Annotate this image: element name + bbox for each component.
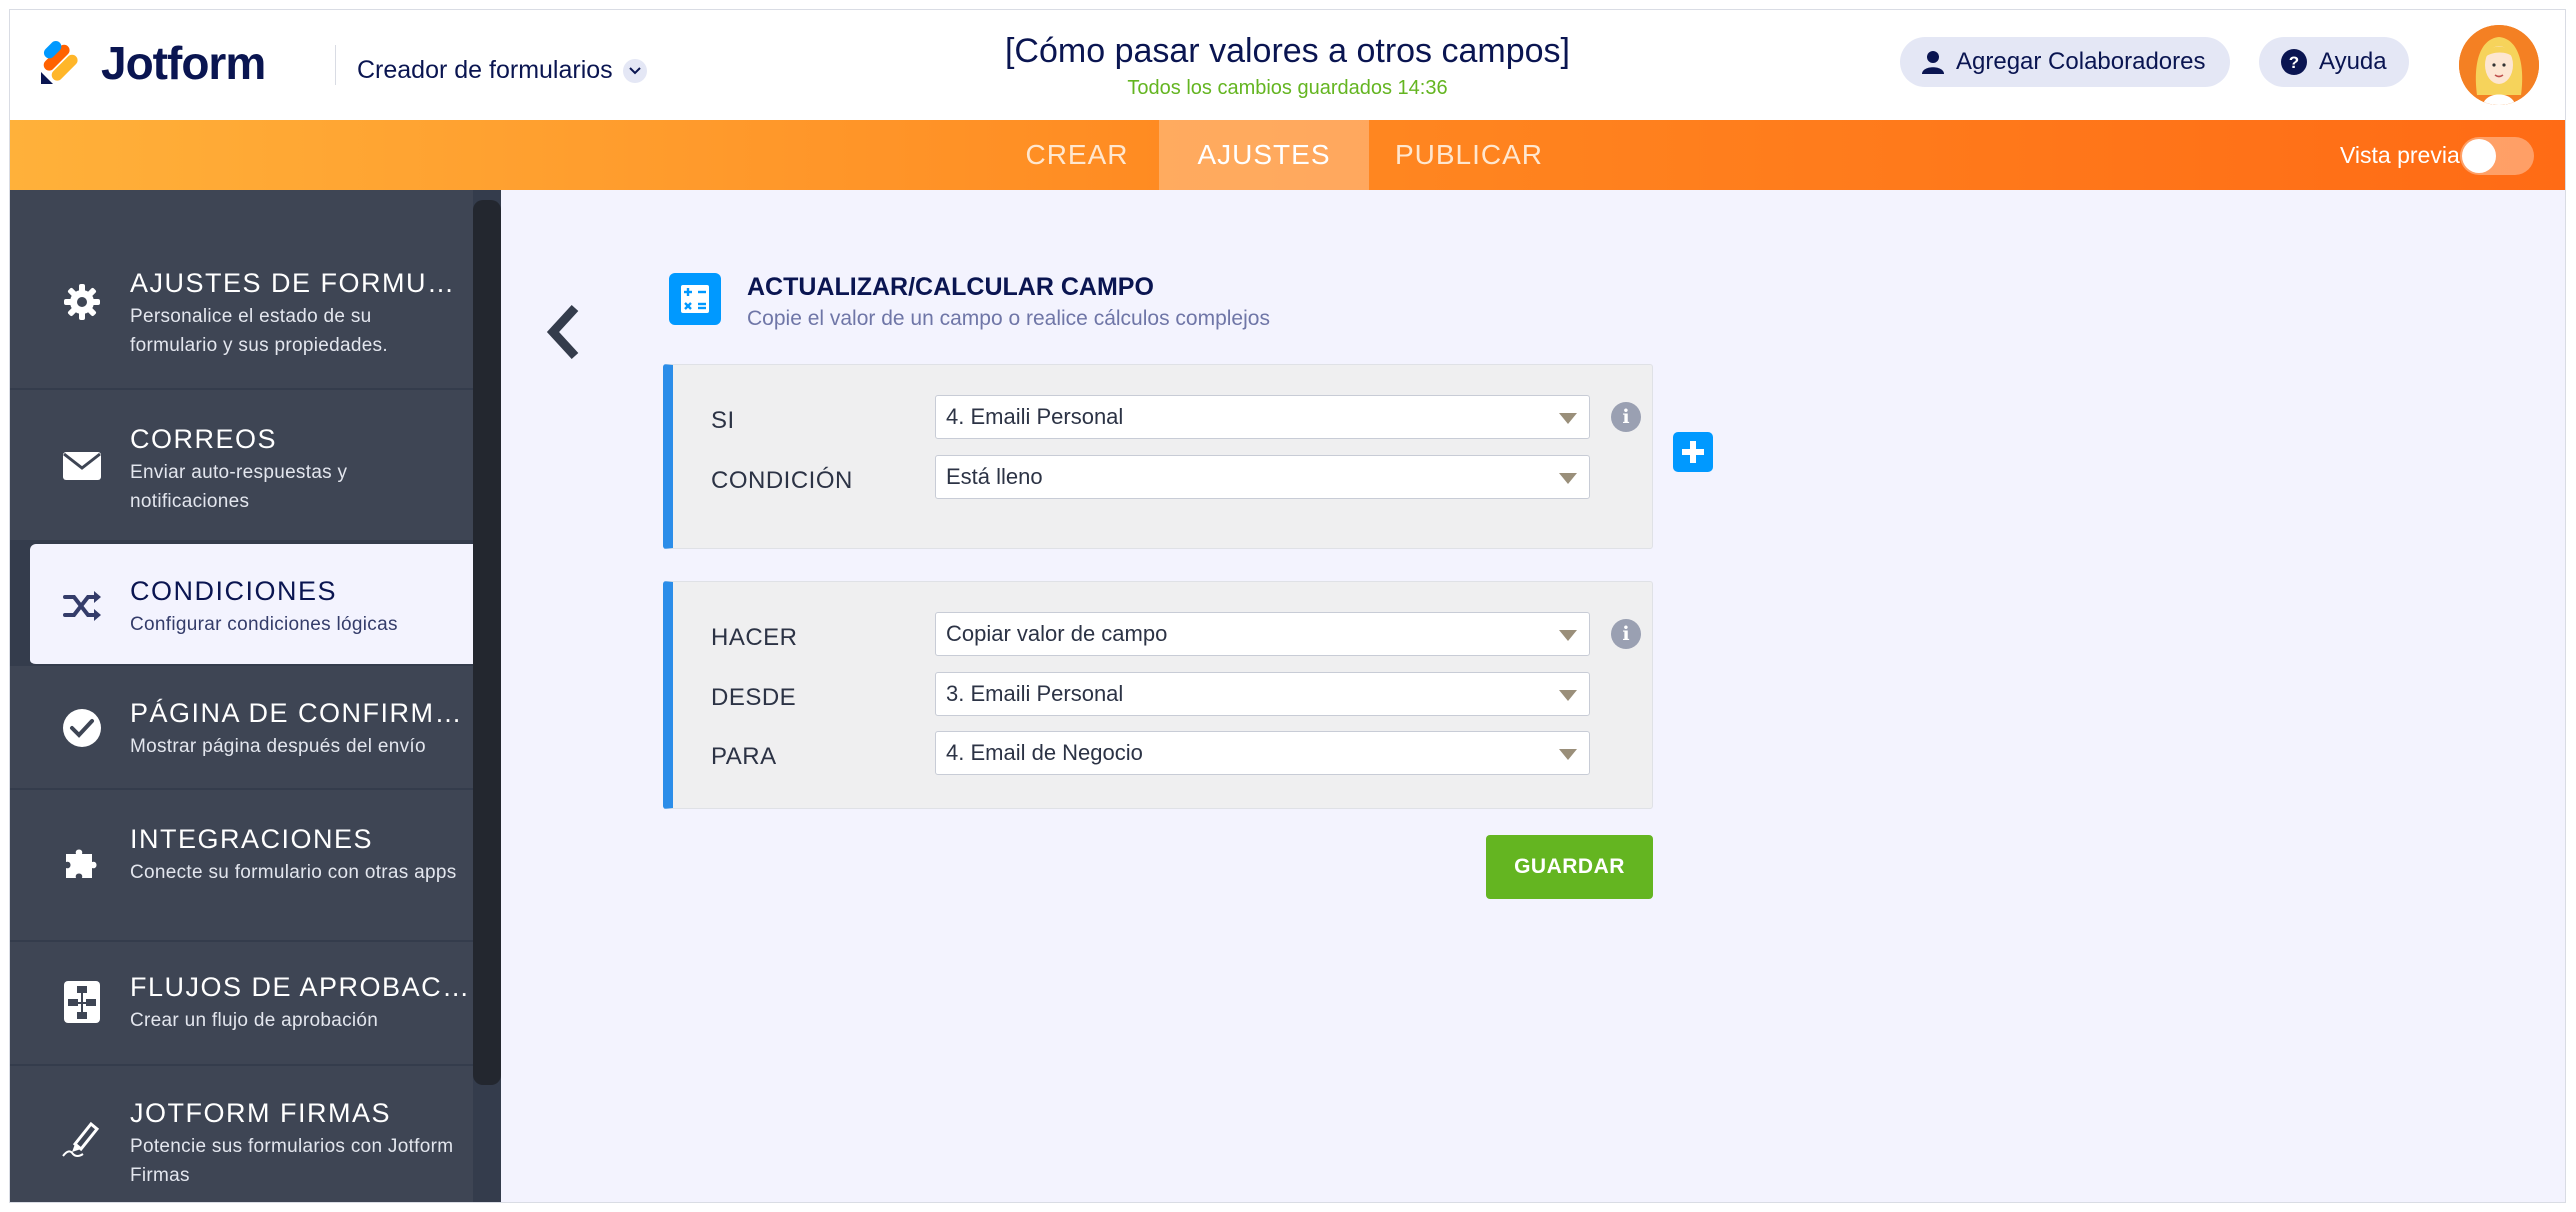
select-value: Está lleno xyxy=(946,464,1043,489)
caret-down-icon xyxy=(1559,690,1577,701)
help-label: Ayuda xyxy=(2319,48,2387,75)
add-collaborators-button[interactable]: Agregar Colaboradores xyxy=(1900,37,2230,87)
top-header: Jotform Creador de formularios [Cómo pas… xyxy=(10,10,2565,120)
chevron-left-icon xyxy=(546,304,579,360)
sidebar-item-jotform-sign[interactable]: JOTFORM FIRMAS Potencie sus formularios … xyxy=(10,1066,473,1202)
sidebar-item-emails[interactable]: CORREOS Enviar auto-respuestas y notific… xyxy=(10,390,473,542)
caret-down-icon xyxy=(1559,630,1577,641)
sidebar-item-title: CONDICIONES xyxy=(130,576,338,606)
sidebar-item-desc: Personalice el estado de su formulario y… xyxy=(130,306,388,356)
back-button[interactable] xyxy=(543,302,583,362)
envelope-icon xyxy=(60,444,104,488)
sidebar-item-approval-flows[interactable]: FLUJOS DE APROBACIÓN Crear un flujo de a… xyxy=(10,942,473,1066)
sidebar-item-desc: Enviar auto-respuestas y notificaciones xyxy=(130,462,348,512)
hacer-label: HACER xyxy=(711,624,798,651)
para-label: PARA xyxy=(711,743,777,770)
si-field-select[interactable]: 4. Emaili Personal xyxy=(935,395,1590,439)
svg-text:?: ? xyxy=(2289,53,2299,72)
info-icon[interactable]: i xyxy=(1611,619,1641,649)
info-icon[interactable]: i xyxy=(1611,402,1641,432)
caret-down-icon xyxy=(1559,749,1577,760)
tab-ajustes[interactable]: AJUSTES xyxy=(1159,120,1369,190)
shuffle-icon xyxy=(60,584,104,628)
sidebar-item-title: PÁGINA DE CONFIRMACIÓN xyxy=(130,698,470,728)
condition-select[interactable]: Está lleno xyxy=(935,455,1590,499)
app-window: Jotform Creador de formularios [Cómo pas… xyxy=(9,9,2566,1203)
panel-subtitle: Copie el valor de un campo o realice cál… xyxy=(747,307,1270,330)
save-button[interactable]: GUARDAR xyxy=(1486,835,1653,899)
settings-sidebar: AJUSTES DE FORMULARIO Personalice el est… xyxy=(10,190,501,1202)
signature-pen-icon xyxy=(60,1116,104,1160)
sidebar-item-desc: Mostrar página después del envío xyxy=(130,736,426,757)
caret-down-icon xyxy=(1559,413,1577,424)
condicion-label: CONDICIÓN xyxy=(711,467,853,494)
avatar-portrait-icon xyxy=(2459,25,2539,105)
question-icon: ? xyxy=(2281,49,2307,75)
puzzle-icon xyxy=(60,842,104,886)
select-value: 4. Emaili Personal xyxy=(946,404,1124,429)
plus-icon xyxy=(1682,441,1704,463)
calculator-icon xyxy=(669,273,721,325)
select-value: 3. Emaili Personal xyxy=(946,681,1124,706)
action-select[interactable]: Copiar valor de campo xyxy=(935,612,1590,656)
to-field-select[interactable]: 4. Email de Negocio xyxy=(935,731,1590,775)
sidebar-item-form-settings[interactable]: AJUSTES DE FORMULARIO Personalice el est… xyxy=(10,190,473,390)
flowchart-icon xyxy=(60,980,104,1024)
gear-icon xyxy=(60,280,104,324)
help-button[interactable]: ? Ayuda xyxy=(2259,37,2409,87)
sidebar-item-desc: Crear un flujo de aprobación xyxy=(130,1010,379,1031)
sidebar-scrollbar-thumb[interactable] xyxy=(473,200,501,1085)
user-avatar[interactable] xyxy=(2459,25,2539,105)
sidebar-item-desc: Configurar condiciones lógicas xyxy=(130,614,398,635)
sidebar-item-thank-you-page[interactable]: PÁGINA DE CONFIRMACIÓN Mostrar página de… xyxy=(10,666,473,790)
do-action-box: HACER Copiar valor de campo i DESDE 3. E… xyxy=(663,581,1653,809)
sidebar-item-title: FLUJOS DE APROBACIÓN xyxy=(130,972,470,1002)
select-value: 4. Email de Negocio xyxy=(946,740,1143,765)
sidebar-item-title: JOTFORM FIRMAS xyxy=(130,1098,391,1128)
sidebar-item-integrations[interactable]: INTEGRACIONES Conecte su formulario con … xyxy=(10,790,473,942)
preview-toggle[interactable] xyxy=(2460,137,2534,175)
collaborators-label: Agregar Colaboradores xyxy=(1956,48,2206,75)
sidebar-item-title: INTEGRACIONES xyxy=(130,824,374,854)
condition-editor: ACTUALIZAR/CALCULAR CAMPO Copie el valor… xyxy=(501,190,2565,1202)
tab-crear[interactable]: CREAR xyxy=(1012,120,1142,190)
sidebar-item-title: AJUSTES DE FORMULARIO xyxy=(130,268,470,298)
preview-label: Vista previa xyxy=(2340,142,2460,168)
if-condition-box: SI 4. Emaili Personal i CONDICIÓN Está l… xyxy=(663,364,1653,549)
tab-publicar[interactable]: PUBLICAR xyxy=(1379,120,1559,190)
add-condition-button[interactable] xyxy=(1673,432,1713,472)
panel-title: ACTUALIZAR/CALCULAR CAMPO xyxy=(747,273,1154,301)
sidebar-item-desc: Conecte su formulario con otras apps xyxy=(130,862,457,883)
sidebar-item-title: CORREOS xyxy=(130,424,278,454)
sidebar-item-conditions[interactable]: CONDICIONES Configurar condiciones lógic… xyxy=(30,544,473,666)
toggle-knob xyxy=(2462,139,2496,173)
check-circle-icon xyxy=(60,706,104,750)
caret-down-icon xyxy=(1559,473,1577,484)
builder-nav: CREAR AJUSTES PUBLICAR Vista previa xyxy=(10,120,2565,190)
sidebar-item-desc: Potencie sus formularios con Jotform Fir… xyxy=(130,1136,454,1186)
si-label: SI xyxy=(711,407,735,434)
from-field-select[interactable]: 3. Emaili Personal xyxy=(935,672,1590,716)
desde-label: DESDE xyxy=(711,684,797,711)
select-value: Copiar valor de campo xyxy=(946,621,1168,646)
user-icon xyxy=(1922,51,1944,74)
